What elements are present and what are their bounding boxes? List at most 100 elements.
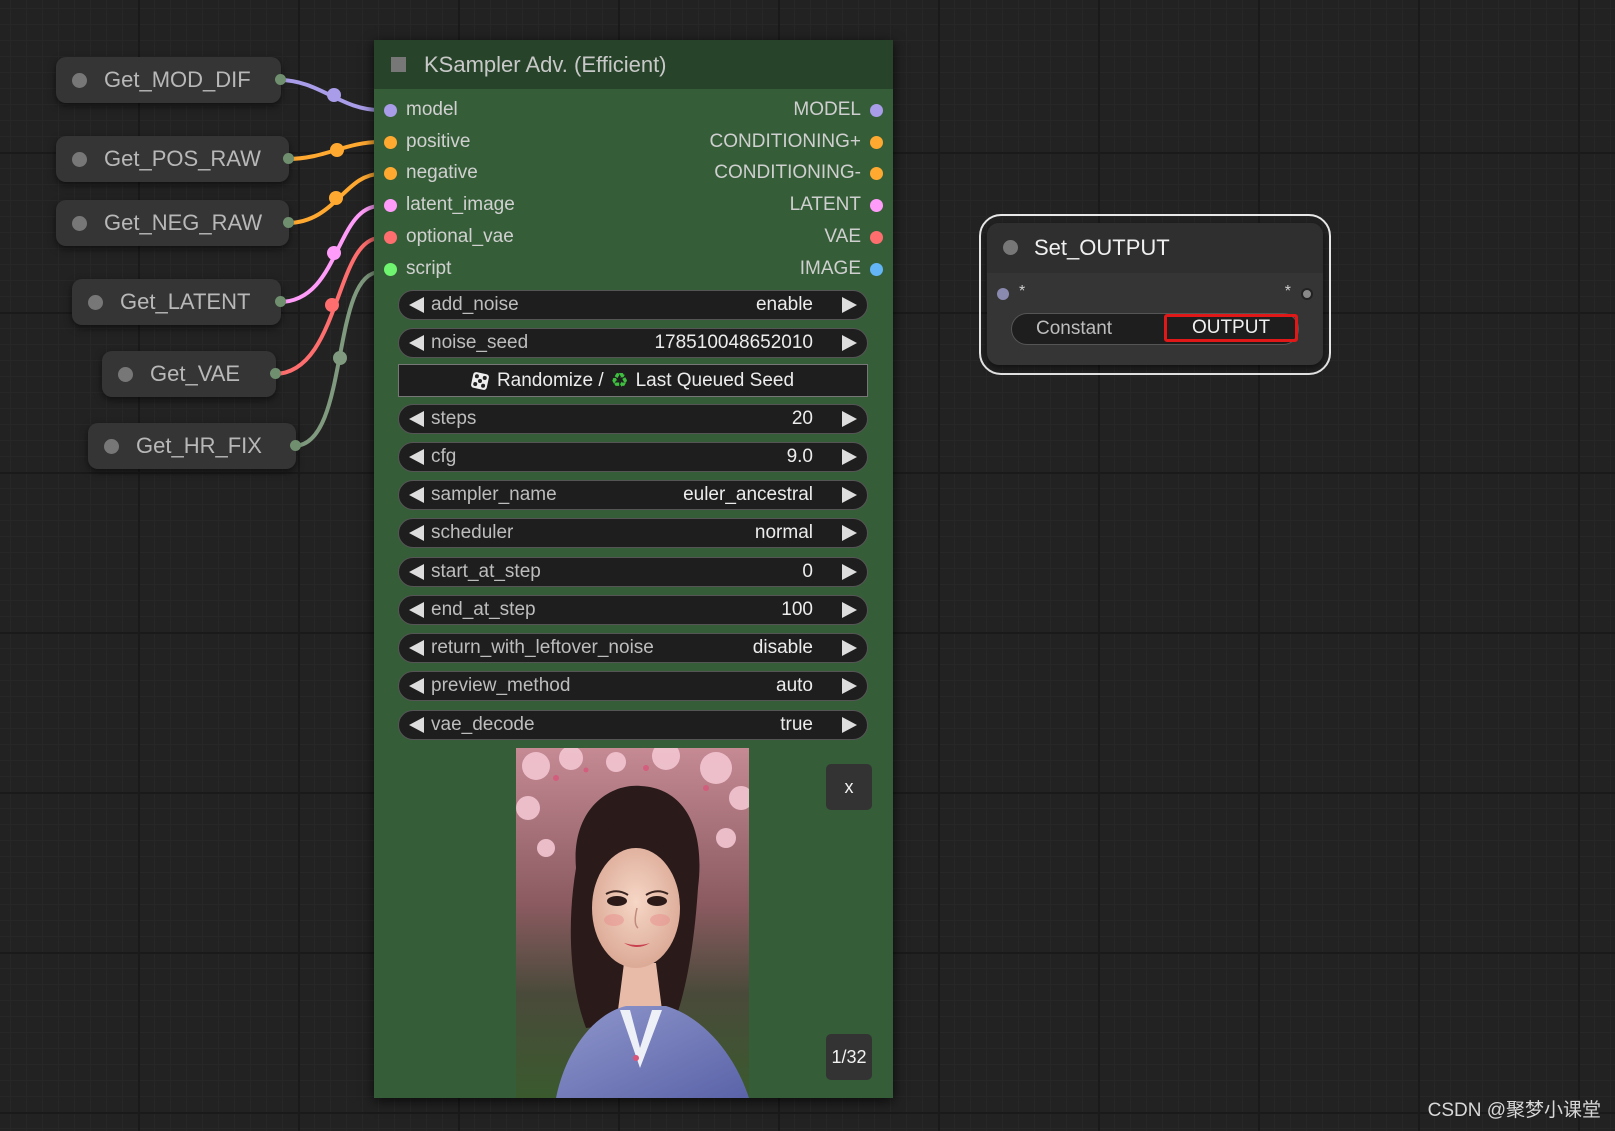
constant-widget[interactable]: Constant OUTPUT — [1011, 313, 1299, 345]
randomize-seed-button[interactable]: Randomize / ♻ Last Queued Seed — [398, 364, 868, 397]
node-title: KSampler Adv. (Efficient) — [424, 51, 667, 77]
widget-preview-method[interactable]: preview_method auto — [398, 671, 868, 701]
set-output-node[interactable]: Set_OUTPUT * * Constant OUTPUT — [987, 223, 1323, 365]
collapse-dot-icon[interactable] — [118, 366, 133, 382]
node-title-bar[interactable]: KSampler Adv. (Efficient) — [374, 40, 893, 89]
input-slot[interactable] — [997, 288, 1009, 300]
decrement-arrow-icon[interactable] — [409, 564, 424, 580]
collapse-dot-icon[interactable] — [72, 215, 87, 231]
get-pos-raw-node[interactable]: Get_POS_RAW — [56, 136, 294, 182]
increment-arrow-icon[interactable] — [842, 717, 857, 733]
widget-sampler-name[interactable]: sampler_name euler_ancestral — [398, 480, 868, 510]
widget-label: noise_seed — [431, 332, 529, 353]
input-slot-negative[interactable] — [384, 167, 397, 180]
output-slot-image[interactable] — [870, 263, 883, 276]
input-slot-positive[interactable] — [384, 136, 397, 149]
decrement-arrow-icon[interactable] — [409, 487, 424, 503]
output-slot-model[interactable] — [870, 104, 883, 117]
widget-end-at-step[interactable]: end_at_step 100 — [398, 595, 868, 625]
collapse-dot-icon[interactable] — [72, 151, 87, 167]
get-mod-dif-node[interactable]: Get_MOD_DIF — [56, 57, 286, 103]
widget-noise-seed[interactable]: noise_seed 178510048652010 — [398, 328, 868, 358]
output-slot-vae[interactable] — [870, 231, 883, 244]
widget-return-with-leftover-noise[interactable]: return_with_leftover_noise disable — [398, 633, 868, 663]
decrement-arrow-icon[interactable] — [409, 297, 424, 313]
collapse-dot-icon[interactable] — [88, 294, 103, 310]
output-slot[interactable] — [275, 74, 286, 85]
widget-value[interactable]: 100 — [781, 599, 813, 621]
output-slot[interactable] — [283, 217, 294, 228]
output-label: CONDITIONING- — [714, 162, 861, 183]
widget-cfg[interactable]: cfg 9.0 — [398, 442, 868, 472]
widget-value[interactable]: true — [780, 714, 813, 736]
widget-value[interactable]: 178510048652010 — [654, 332, 813, 354]
widget-steps[interactable]: steps 20 — [398, 404, 868, 434]
widget-scheduler[interactable]: scheduler normal — [398, 518, 868, 548]
widget-vae-decode[interactable]: vae_decode true — [398, 710, 868, 740]
widget-value[interactable]: enable — [756, 294, 813, 316]
collapse-square-icon[interactable] — [391, 57, 406, 72]
collapse-dot-icon[interactable] — [104, 438, 119, 454]
output-slot[interactable] — [275, 296, 286, 307]
get-neg-raw-node[interactable]: Get_NEG_RAW — [56, 200, 294, 246]
widget-start-at-step[interactable]: start_at_step 0 — [398, 557, 868, 587]
increment-arrow-icon[interactable] — [842, 297, 857, 313]
increment-arrow-icon[interactable] — [842, 487, 857, 503]
slot-row-positive: positive CONDITIONING+ — [374, 128, 893, 160]
decrement-arrow-icon[interactable] — [409, 449, 424, 465]
output-slot-latent[interactable] — [870, 199, 883, 212]
decrement-arrow-icon[interactable] — [409, 525, 424, 541]
collapse-dot-icon[interactable] — [1003, 240, 1018, 255]
input-slot-script[interactable] — [384, 263, 397, 276]
widget-value[interactable]: 0 — [802, 561, 813, 583]
decrement-arrow-icon[interactable] — [409, 411, 424, 427]
wire-vae — [272, 236, 382, 376]
widget-value[interactable]: 9.0 — [787, 446, 813, 468]
highlighted-value-box[interactable]: OUTPUT — [1164, 314, 1298, 342]
widget-value[interactable]: OUTPUT — [1192, 317, 1270, 339]
increment-arrow-icon[interactable] — [842, 564, 857, 580]
widget-label: vae_decode — [431, 714, 535, 735]
decrement-arrow-icon[interactable] — [409, 602, 424, 618]
input-slot-optional-vae[interactable] — [384, 231, 397, 244]
output-slot[interactable] — [283, 153, 294, 164]
increment-arrow-icon[interactable] — [842, 602, 857, 618]
increment-arrow-icon[interactable] — [842, 335, 857, 351]
collapse-dot-icon[interactable] — [72, 72, 87, 88]
wire-positive — [285, 140, 382, 161]
output-slot[interactable] — [270, 368, 281, 379]
increment-arrow-icon[interactable] — [842, 678, 857, 694]
ksampler-node[interactable]: KSampler Adv. (Efficient) model MODEL po… — [374, 40, 893, 1098]
node-title: Get_VAE — [150, 361, 241, 386]
get-vae-node[interactable]: Get_VAE — [102, 351, 281, 397]
increment-arrow-icon[interactable] — [842, 449, 857, 465]
image-counter-badge[interactable]: 1/32 — [826, 1034, 872, 1080]
output-slot-conditioning-plus[interactable] — [870, 136, 883, 149]
increment-arrow-icon[interactable] — [842, 525, 857, 541]
decrement-arrow-icon[interactable] — [409, 335, 424, 351]
input-label: * — [1019, 283, 1026, 300]
wire-model — [277, 78, 382, 112]
input-slot-latent-image[interactable] — [384, 199, 397, 212]
widget-add-noise[interactable]: add_noise enable — [398, 290, 868, 320]
preview-image[interactable] — [516, 748, 749, 1098]
output-slot-conditioning-minus[interactable] — [870, 167, 883, 180]
output-slot[interactable] — [290, 440, 301, 451]
increment-arrow-icon[interactable] — [842, 640, 857, 656]
widget-value[interactable]: 20 — [792, 408, 813, 430]
get-latent-node[interactable]: Get_LATENT — [72, 279, 286, 325]
close-preview-button[interactable]: x — [826, 764, 872, 810]
widget-value[interactable]: normal — [755, 522, 813, 544]
output-slot[interactable] — [1301, 288, 1313, 300]
input-slot-model[interactable] — [384, 104, 397, 117]
increment-arrow-icon[interactable] — [842, 411, 857, 427]
randomize-label: Randomize / — [496, 369, 604, 391]
widget-value[interactable]: euler_ancestral — [683, 484, 813, 506]
get-hr-fix-node[interactable]: Get_HR_FIX — [88, 423, 301, 469]
node-title: Get_NEG_RAW — [104, 210, 263, 235]
decrement-arrow-icon[interactable] — [409, 717, 424, 733]
decrement-arrow-icon[interactable] — [409, 640, 424, 656]
widget-value[interactable]: auto — [776, 675, 813, 697]
widget-value[interactable]: disable — [753, 637, 813, 659]
decrement-arrow-icon[interactable] — [409, 678, 424, 694]
